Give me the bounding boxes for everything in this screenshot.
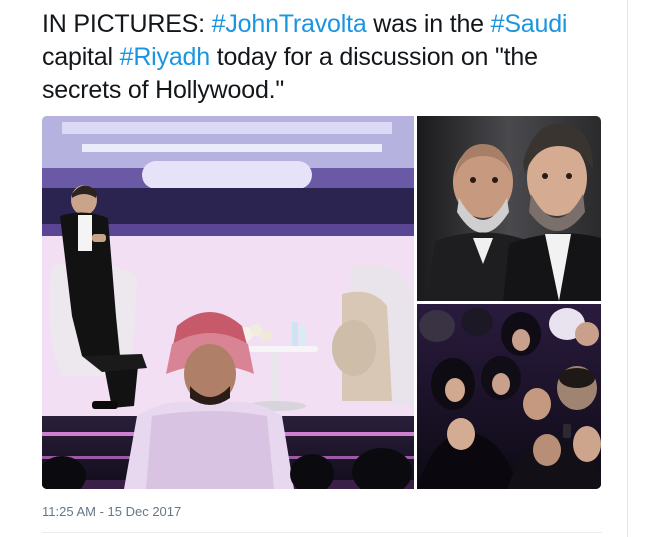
tweet-text: IN PICTURES: #JohnTravolta was in the #S… [42,8,622,107]
hashtag-link-riyadh[interactable]: #Riyadh [120,43,211,71]
audience-photo[interactable] [417,304,601,489]
media-grid [42,116,601,489]
tweet-timestamp[interactable]: 11:25 AM - 15 Dec 2017 [42,504,181,519]
divider [42,532,602,533]
tweet-text-segment: capital [42,43,120,71]
travolta-closeup-photo[interactable] [417,116,601,301]
tweet-text-segment: IN PICTURES: [42,10,212,38]
hashtag-link-saudi[interactable]: #Saudi [491,10,568,38]
hashtag-link-johntravolta[interactable]: #JohnTravolta [212,10,367,38]
timeline-border [627,0,628,537]
stage-discussion-photo[interactable] [42,116,414,489]
tweet-text-segment: was in the [366,10,491,38]
